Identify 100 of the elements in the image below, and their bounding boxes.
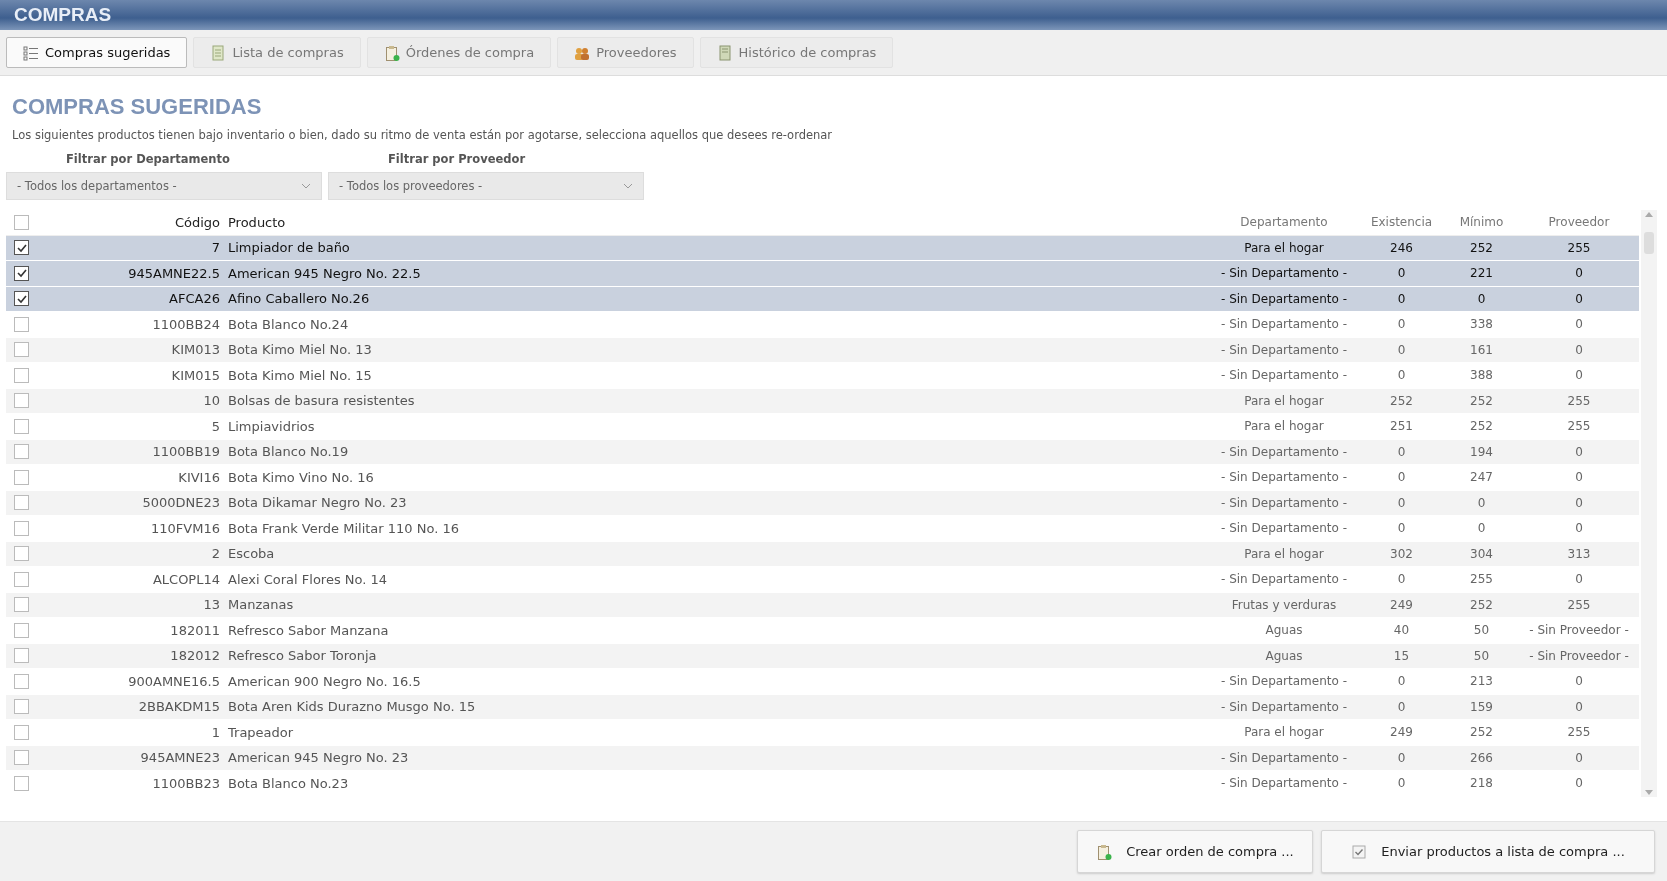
column-header[interactable]: Mínimo xyxy=(1444,215,1519,230)
row-checkbox[interactable] xyxy=(14,648,29,664)
table-cell-text: Bota Aren Kids Durazno Musgo No. 15 xyxy=(227,699,477,715)
table-cell-text: - Sin Departamento - xyxy=(1220,750,1348,765)
table-cell-text: 252 xyxy=(1469,240,1494,255)
table-cell-text: - Sin Departamento - xyxy=(1220,521,1348,536)
table-cell-text: 255 xyxy=(1566,419,1592,434)
tab[interactable]: Órdenes de compra xyxy=(366,37,552,68)
table-cell-text: 302 xyxy=(1389,546,1414,561)
column-header[interactable]: Código xyxy=(44,214,224,230)
row-checkbox[interactable] xyxy=(14,775,29,791)
caret-icon xyxy=(301,183,311,189)
column-header[interactable]: Producto xyxy=(224,214,1209,230)
table-cell-text: Trapeador xyxy=(227,724,295,740)
row-checkbox[interactable] xyxy=(14,469,29,485)
caret-icon xyxy=(623,183,633,189)
tab[interactable]: Lista de compras xyxy=(193,37,361,68)
row-checkbox[interactable] xyxy=(14,240,29,256)
table-cell-text: 249 xyxy=(1389,725,1414,740)
table-cell-text: 0 xyxy=(1396,470,1407,485)
table-cell-text: Manzanas xyxy=(227,597,295,613)
row-checkbox[interactable] xyxy=(14,444,29,460)
table-cell-text: Para el hogar xyxy=(1243,393,1325,408)
row-checkbox[interactable] xyxy=(14,495,29,511)
row-checkbox[interactable] xyxy=(14,699,29,715)
table-cell-text: - Sin Departamento - xyxy=(1220,572,1348,587)
table-cell-text: - Sin Departamento - xyxy=(1220,444,1348,459)
row-checkbox[interactable] xyxy=(14,597,29,613)
row-checkbox[interactable] xyxy=(14,291,29,307)
table-cell-text: Refresco Sabor Manzana xyxy=(227,622,390,638)
table-cell-text: 255 xyxy=(1566,597,1592,612)
row-checkbox[interactable] xyxy=(14,750,29,766)
row-checkbox[interactable] xyxy=(14,724,29,740)
row-checkbox[interactable] xyxy=(14,418,29,434)
book-icon xyxy=(716,44,733,61)
table-cell-text: 159 xyxy=(1469,699,1494,714)
column-header[interactable]: Proveedor xyxy=(1519,215,1639,230)
row-checkbox[interactable] xyxy=(14,622,29,638)
row-checkbox[interactable] xyxy=(14,393,29,409)
table-cell-text: 0 xyxy=(1574,699,1584,714)
description-text: Los siguientes productos tienen bajo inventario o bien, dado su ritmo de venta están por agotarse, selecciona aquellos que desees re-ordenar xyxy=(12,128,834,142)
table-cell-text: 0 xyxy=(1476,521,1487,536)
table-cell-text: Bota Kimo Miel No. 13 xyxy=(227,342,373,358)
table-cell-text: 110FVM16 xyxy=(150,520,221,536)
table-cell-text: 13 xyxy=(202,597,221,613)
table-cell-text: 945AMNE23 xyxy=(139,750,221,766)
row-checkbox[interactable] xyxy=(14,265,29,281)
column-header[interactable]: Existencia xyxy=(1359,215,1444,230)
tab[interactable]: Proveedores xyxy=(557,37,694,68)
table-cell-text: 0 xyxy=(1396,572,1407,587)
table-cell-text: 0 xyxy=(1574,317,1584,332)
table-cell-text: Bota Kimo Vino No. 16 xyxy=(227,469,375,485)
dropdown[interactable]: - Todos los departamentos - xyxy=(6,172,322,200)
table-cell-text: Bota Blanco No.24 xyxy=(227,316,350,332)
row-checkbox[interactable] xyxy=(14,367,29,383)
table-cell-text: American 945 Negro No. 23 xyxy=(227,750,410,766)
scrollbar[interactable] xyxy=(1641,210,1657,797)
table-cell-text: 10 xyxy=(202,393,221,409)
table-cell-text: 255 xyxy=(1566,393,1592,408)
table-cell-text: 0 xyxy=(1574,266,1584,281)
table-cell-text: - Sin Departamento - xyxy=(1220,495,1348,510)
table-cell-text: 252 xyxy=(1469,419,1494,434)
select-all-checkbox[interactable] xyxy=(14,214,29,230)
table-cell-text: 0 xyxy=(1396,368,1407,383)
table-cell-text: - Sin Departamento - xyxy=(1220,342,1348,357)
row-checkbox[interactable] xyxy=(14,571,29,587)
list-icon xyxy=(23,44,39,61)
action-button[interactable]: Crear orden de compra ... xyxy=(1077,830,1313,873)
action-button[interactable]: Enviar productos a lista de compra ... xyxy=(1321,830,1655,873)
table-cell-text: 221 xyxy=(1469,266,1494,281)
table-cell-text: 0 xyxy=(1396,291,1407,306)
table-cell-text: 40 xyxy=(1392,623,1411,638)
tab[interactable]: Compras sugeridas xyxy=(6,37,188,68)
row-checkbox[interactable] xyxy=(14,316,29,332)
table-cell-text: Bota Dikamar Negro No. 23 xyxy=(227,495,408,511)
clipboard-icon xyxy=(1096,843,1113,860)
table-cell-text: 0 xyxy=(1476,291,1487,306)
row-checkbox[interactable] xyxy=(14,342,29,358)
table-cell-text: 313 xyxy=(1566,546,1592,561)
table-cell-text: Refresco Sabor Toronja xyxy=(227,648,378,664)
row-checkbox[interactable] xyxy=(14,673,29,689)
table-cell-text: 255 xyxy=(1566,240,1592,255)
table-cell-text: 213 xyxy=(1469,674,1494,689)
column-header[interactable]: Departamento xyxy=(1209,215,1359,230)
tab[interactable]: Histórico de compras xyxy=(699,37,894,68)
section-heading: COMPRAS SUGERIDAS xyxy=(12,94,263,120)
table-cell-text: 0 xyxy=(1574,470,1584,485)
table-cell-text: Bolsas de basura resistentes xyxy=(227,393,416,409)
table-cell-text: - Sin Departamento - xyxy=(1220,291,1348,306)
row-checkbox[interactable] xyxy=(14,546,29,562)
row-checkbox[interactable] xyxy=(14,520,29,536)
dropdown[interactable]: - Todos los proveedores - xyxy=(328,172,644,200)
table-cell-text: Para el hogar xyxy=(1243,725,1325,740)
notepad-icon xyxy=(210,44,227,61)
scroll-up-icon xyxy=(1644,210,1654,218)
table-cell-text: 1100BB24 xyxy=(151,316,221,332)
table-cell-text: 0 xyxy=(1574,291,1584,306)
table-cell-text: 0 xyxy=(1396,699,1407,714)
table-cell-text: - Sin Departamento - xyxy=(1220,317,1348,332)
table-cell-text: 0 xyxy=(1574,674,1584,689)
